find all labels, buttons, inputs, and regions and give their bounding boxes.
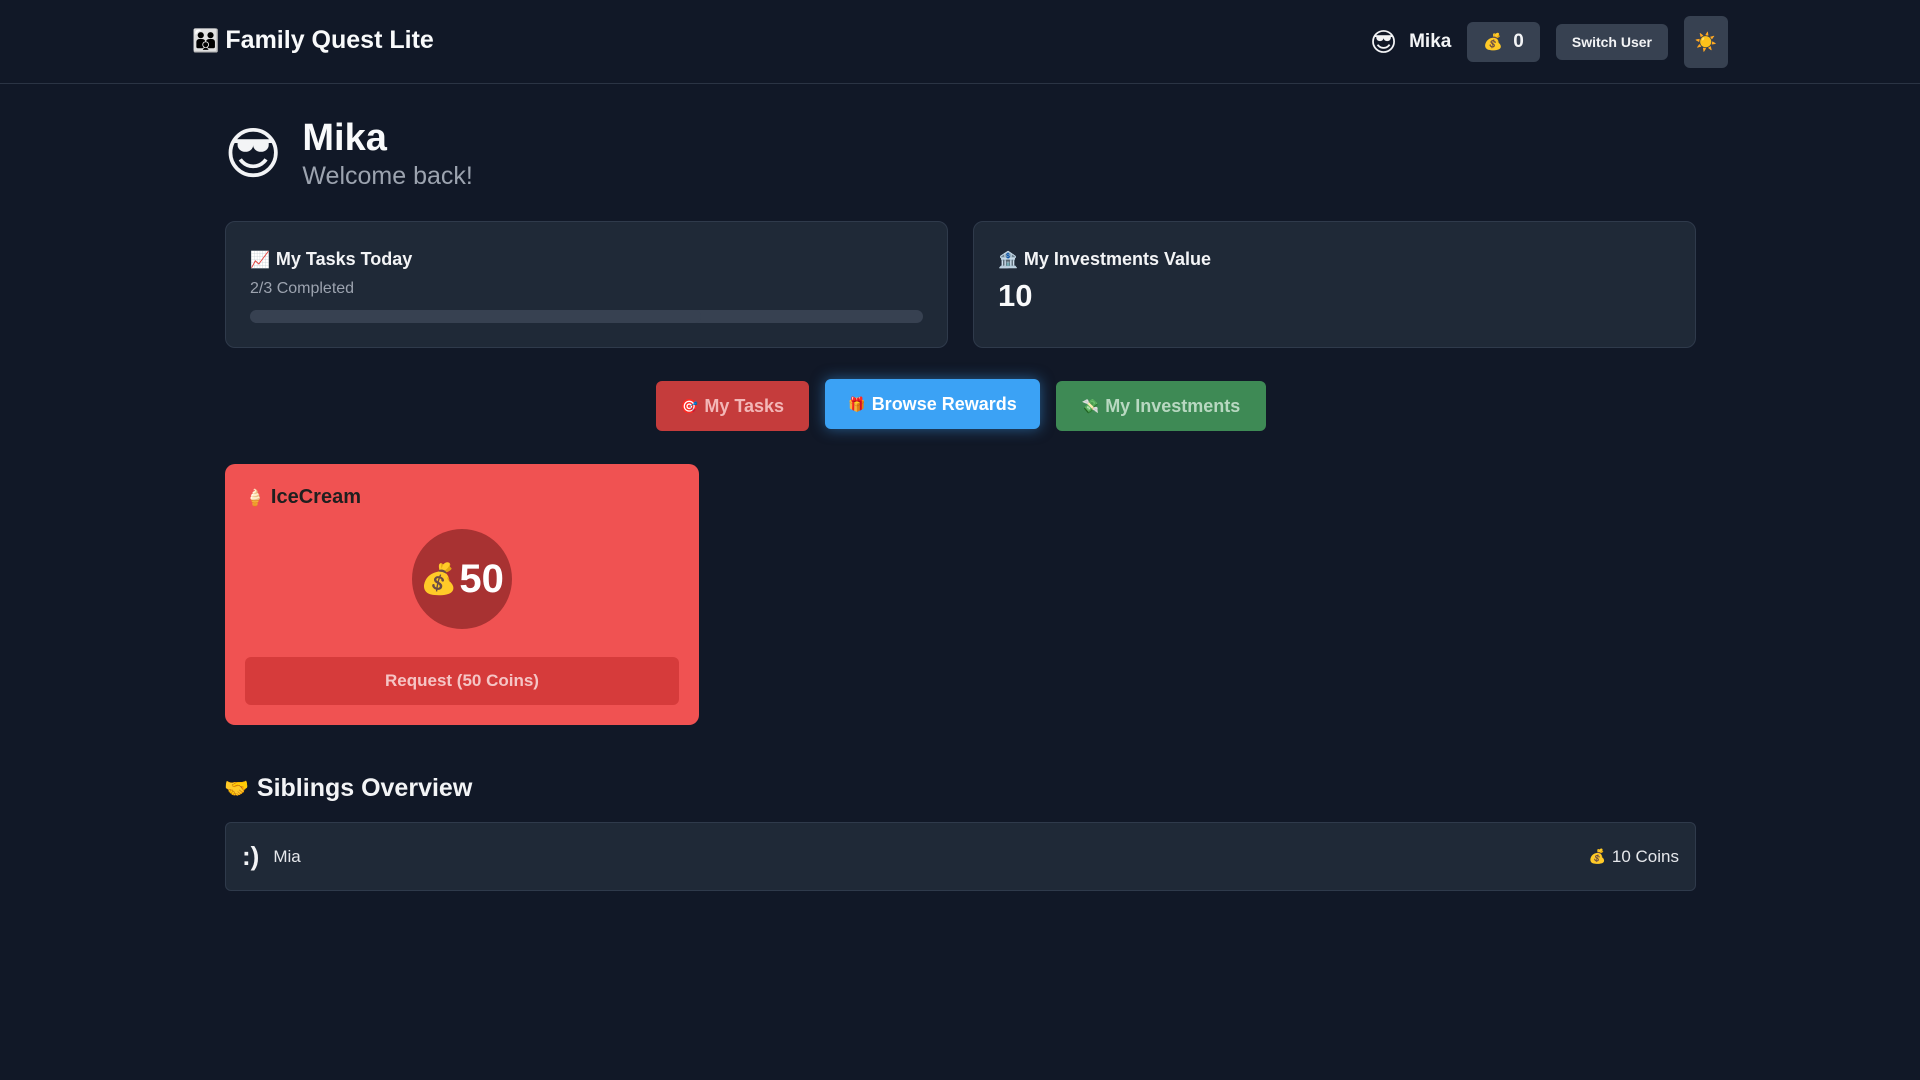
siblings-overview-heading: 🤝 Siblings Overview: [224, 774, 472, 803]
money-bag-icon: 💰: [420, 562, 458, 596]
reward-name: IceCream: [270, 486, 361, 508]
chart-icon: 📈: [250, 251, 270, 269]
reward-card: 🍦 IceCream 💰 50 Request (50 Coins): [225, 464, 699, 725]
profile-avatar-icon: 😎: [224, 122, 283, 186]
tab-my-tasks-label: My Tasks: [704, 395, 785, 416]
money-bag-icon: 💰: [1588, 848, 1606, 864]
coin-balance-badge: 💰 0: [1467, 22, 1540, 62]
user-avatar-icon: 😎: [1370, 26, 1398, 57]
app-title: Family Quest Lite: [225, 26, 434, 54]
ice-cream-icon: 🍦: [245, 489, 265, 507]
tasks-today-card: 📈 My Tasks Today 2/3 Completed: [225, 221, 948, 348]
profile-name: Mika: [302, 117, 387, 159]
money-wings-icon: 💸: [1081, 397, 1100, 414]
handshake-icon: 🤝: [224, 778, 249, 800]
bank-icon: 🏦: [998, 251, 1018, 269]
switch-user-button[interactable]: Switch User: [1555, 24, 1668, 60]
tasks-completed-text: 2/3 Completed: [250, 280, 355, 297]
sibling-name: Mia: [273, 846, 301, 866]
tab-browse-rewards[interactable]: 🎁 Browse Rewards: [825, 379, 1040, 429]
app-brand: 👪 Family Quest Lite: [192, 26, 434, 55]
sibling-coins-value: 10 Coins: [1611, 846, 1679, 866]
current-user-name: Mika: [1409, 31, 1452, 52]
tab-my-investments-label: My Investments: [1105, 395, 1241, 416]
sibling-avatar: :): [242, 841, 260, 871]
sun-icon: ☀️: [1694, 31, 1718, 52]
top-bar: 👪 Family Quest Lite 😎 Mika 💰 0 Switch Us…: [0, 0, 1920, 84]
request-reward-button[interactable]: Request (50 Coins): [245, 657, 679, 705]
theme-toggle-button[interactable]: ☀️: [1684, 16, 1728, 68]
family-icon: 👪: [192, 27, 220, 53]
investments-value-title: 🏦 My Investments Value: [998, 249, 1671, 270]
tab-my-tasks[interactable]: 🎯 My Tasks: [656, 381, 809, 431]
money-bag-icon: 💰: [1483, 34, 1504, 51]
list-item: :) Mia 💰 10 Coins: [225, 822, 1696, 891]
target-icon: 🎯: [680, 397, 699, 414]
profile-header: 😎 Mika Welcome back!: [224, 117, 473, 191]
sibling-coins: 💰 10 Coins: [1588, 847, 1679, 867]
tab-my-investments[interactable]: 💸 My Investments: [1056, 381, 1266, 431]
reward-title: 🍦 IceCream: [245, 486, 679, 509]
tasks-progress-fill: [250, 310, 701, 323]
welcome-message: Welcome back!: [302, 161, 473, 190]
reward-price-badge: 💰 50: [412, 529, 512, 629]
tab-browse-rewards-label: Browse Rewards: [871, 393, 1017, 414]
tasks-today-title: 📈 My Tasks Today: [250, 249, 923, 270]
coin-balance-value: 0: [1513, 31, 1524, 52]
investments-value: 10: [998, 278, 1033, 313]
current-user: 😎 Mika: [1370, 27, 1451, 58]
siblings-overview-title: Siblings Overview: [256, 774, 473, 802]
tasks-today-title-text: My Tasks Today: [275, 249, 413, 269]
reward-price: 50: [459, 556, 504, 601]
investments-value-title-text: My Investments Value: [1023, 249, 1211, 269]
header-actions: 😎 Mika 💰 0 Switch User ☀️: [1370, 16, 1728, 68]
gift-icon: 🎁: [848, 395, 866, 412]
investments-value-card: 🏦 My Investments Value 10: [973, 221, 1696, 348]
tasks-progress-bar: [250, 310, 923, 323]
